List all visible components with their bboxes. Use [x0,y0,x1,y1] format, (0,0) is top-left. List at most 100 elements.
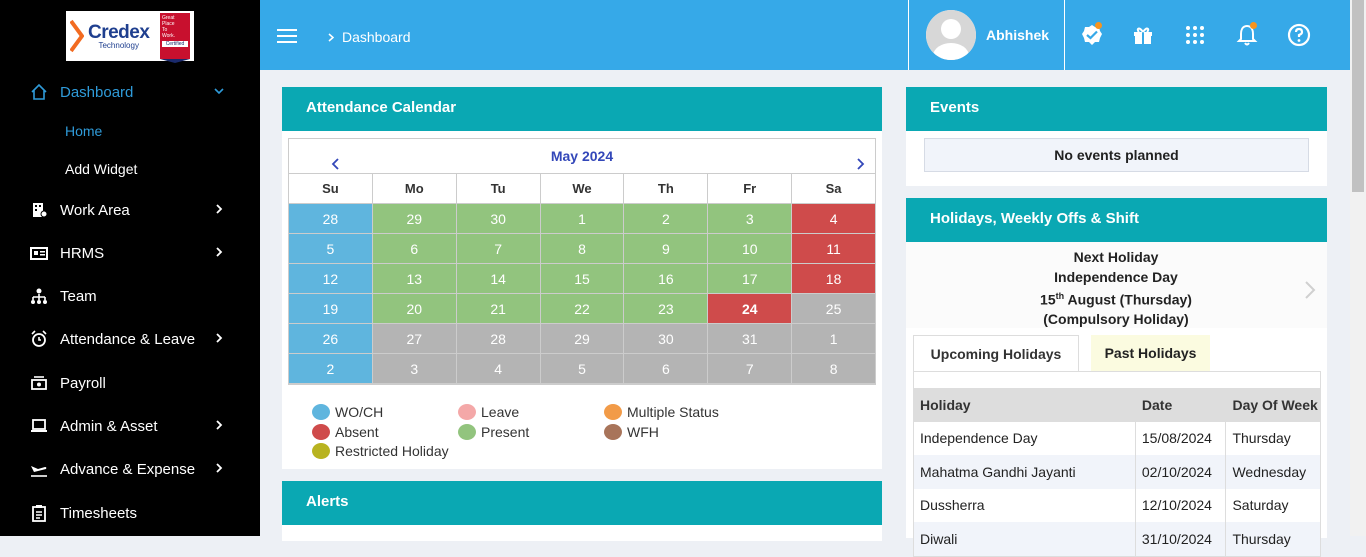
calendar-day[interactable]: 3 [708,204,793,234]
calendar-day[interactable]: 20 [372,294,457,324]
calendar-month[interactable]: May 2024 [551,148,613,164]
calendar-day[interactable]: 15 [540,264,625,294]
calendar-day[interactable]: 8 [540,234,625,264]
sidebar-item-advance-expense[interactable]: Advance & Expense [0,451,260,487]
page-scrollbar[interactable] [1350,0,1366,536]
calendar-day[interactable]: 8 [792,354,876,384]
calendar-day[interactable]: 22 [540,294,625,324]
calendar-day[interactable]: 7 [456,234,541,264]
sidebar-item-payroll[interactable]: Payroll [0,365,260,401]
calendar-day[interactable]: 6 [372,234,457,264]
calendar-day[interactable]: 10 [708,234,793,264]
sidebar-item-label: Timesheets [60,504,137,522]
breadcrumb-current[interactable]: Dashboard [342,29,411,45]
sidebar-item-label: Dashboard [60,83,134,101]
company-logo[interactable]: Credex Technology Great Place To Work. C… [66,11,194,63]
calendar-week: 19 20 21 22 23 24 25 [289,294,876,324]
calendar-day[interactable]: 30 [624,324,709,354]
legend-swatch [604,424,622,440]
weekday: Fr [708,174,793,204]
legend-swatch [312,424,330,440]
sidebar-item-label: Admin & Asset [60,417,158,435]
calendar-day[interactable]: 3 [372,354,457,384]
calendar-day[interactable]: 25 [792,294,876,324]
calendar-day[interactable]: 30 [456,204,541,234]
calendar-day[interactable]: 2 [624,204,709,234]
calendar-day[interactable]: 1 [540,204,625,234]
sidebar-item-label: Team [60,287,97,305]
calendar-day[interactable]: 16 [624,264,709,294]
calendar-day[interactable]: 26 [289,324,373,354]
calendar-day[interactable]: 24 [708,294,793,324]
holidays-table: Holiday Date Day Of Week Independence Da… [913,371,1321,557]
scrollbar-thumb[interactable] [1352,0,1364,192]
calendar-day[interactable]: 28 [456,324,541,354]
calendar-day[interactable]: 21 [456,294,541,324]
calendar-day[interactable]: 19 [289,294,373,324]
calendar-day[interactable]: 11 [792,234,876,264]
calendar-day[interactable]: 14 [456,264,541,294]
sidebar-item-timesheets[interactable]: Timesheets [0,495,260,531]
gift-icon[interactable] [1131,23,1155,47]
chevron-right-icon [328,32,334,42]
sidebar-item-hrms[interactable]: HRMS [0,235,260,271]
calendar-day[interactable]: 12 [289,264,373,294]
calendar-day[interactable]: 1 [792,324,876,354]
next-holiday: Next Holiday Independence Day 15th Augus… [906,248,1326,330]
bell-icon[interactable] [1235,22,1259,47]
calendar-day[interactable]: 9 [624,234,709,264]
calendar-day[interactable]: 5 [289,234,373,264]
tab-upcoming-holidays[interactable]: Upcoming Holidays [913,335,1079,372]
calendar-day[interactable]: 29 [540,324,625,354]
breadcrumb: Dashboard [328,29,411,45]
calendar-day[interactable]: 29 [372,204,457,234]
verified-icon[interactable] [1080,22,1104,47]
calendar-day[interactable]: 17 [708,264,793,294]
next-month-icon[interactable] [853,149,867,170]
apps-grid-icon[interactable] [1183,23,1207,47]
table-row: Independence Day 15/08/2024 Thursday [914,421,1320,455]
calendar-day[interactable]: 27 [372,324,457,354]
calendar-day[interactable]: 2 [289,354,373,384]
money-icon [30,374,48,392]
plane-icon [30,460,48,478]
sidebar-item-attendance-leave[interactable]: Attendance & Leave [0,321,260,357]
avatar [926,10,976,60]
calendar-day[interactable]: 13 [372,264,457,294]
laptop-icon [30,417,48,435]
calendar-day[interactable]: 6 [624,354,709,384]
sidebar-subitem-home[interactable]: Home [65,123,102,139]
next-slide-icon[interactable] [1304,281,1316,302]
menu-icon[interactable] [277,28,297,44]
sidebar-item-label: HRMS [60,244,105,262]
calendar-day[interactable]: 31 [708,324,793,354]
tab-past-holidays[interactable]: Past Holidays [1091,335,1210,372]
sidebar-item-dashboard[interactable]: Dashboard [0,74,260,110]
calendar-week: 28 29 30 1 2 3 4 [289,204,876,234]
table-row: Mahatma Gandhi Jayanti 02/10/2024 Wednes… [914,455,1320,489]
prev-month-icon[interactable] [329,149,343,170]
column-header: Day Of Week [1232,396,1318,413]
calendar-day[interactable]: 23 [624,294,709,324]
user-menu[interactable]: Abhishek [908,0,1065,70]
calendar-day[interactable]: 5 [540,354,625,384]
next-holiday-label: Next Holiday [1073,249,1159,265]
chevron-right-icon [212,461,226,475]
sidebar-subitem-add-widget[interactable]: Add Widget [65,161,137,177]
legend-item: WFH [604,424,659,440]
help-icon[interactable] [1287,23,1311,47]
sidebar-item-work-area[interactable]: Work Area [0,192,260,228]
calendar-day[interactable]: 28 [289,204,373,234]
calendar-day[interactable]: 7 [708,354,793,384]
weekday: Mo [372,174,457,204]
column-header: Holiday [914,388,1136,422]
table-header: Holiday Date Day Of Week [914,388,1320,422]
calendar-day[interactable]: 18 [792,264,876,294]
calendar-day[interactable]: 4 [792,204,876,234]
next-holiday-type: (Compulsory Holiday) [1043,311,1189,328]
sidebar-item-admin-asset[interactable]: Admin & Asset [0,408,260,444]
legend-item: WO/CH [312,404,383,420]
team-icon [30,287,48,305]
calendar-day[interactable]: 4 [456,354,541,384]
sidebar-item-team[interactable]: Team [0,278,260,314]
